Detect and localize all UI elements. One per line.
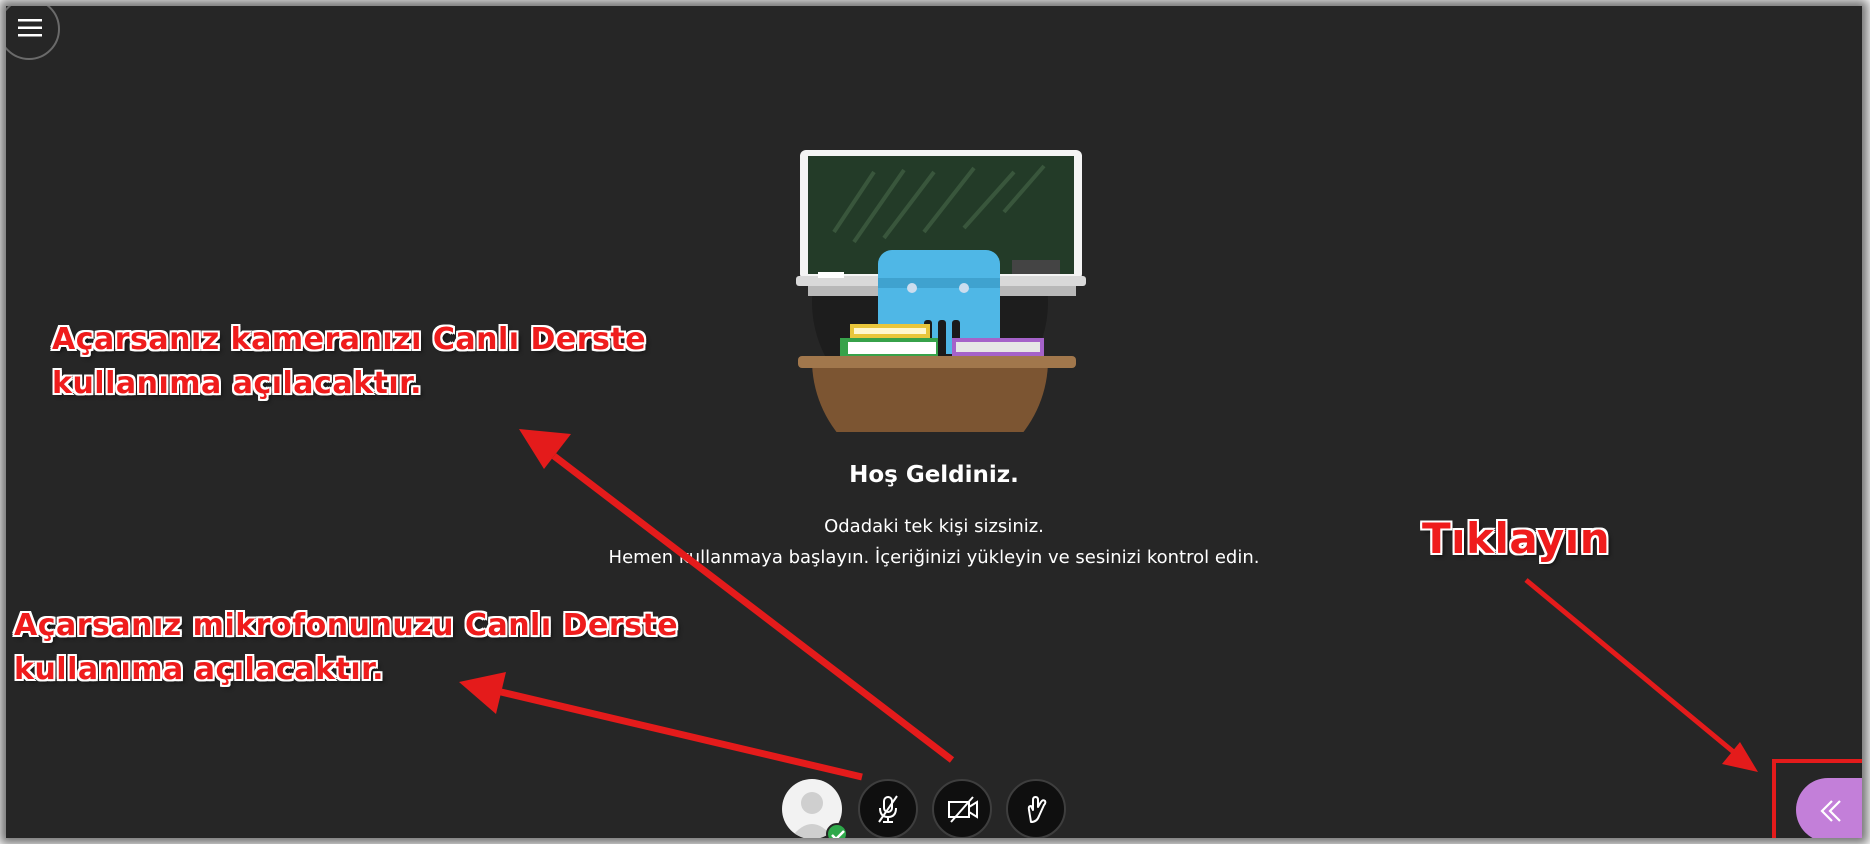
camera-annotation-line-2: kullanıma açılacaktır. <box>52 366 423 401</box>
session-stage: Hoş Geldiniz. Odadaki tek kişi sizsiniz.… <box>6 6 1862 838</box>
microphone-off-icon <box>878 795 898 823</box>
status-badge <box>826 823 848 838</box>
click-annotation: Tıklayın <box>1422 514 1611 563</box>
camera-annotation-line-1: Açarsanız kameranızı Canlı Derste <box>52 322 647 357</box>
menu-button[interactable] <box>6 6 60 60</box>
microphone-annotation: Açarsanız mikrofonunuzu Canlı Derste kul… <box>14 604 678 692</box>
microphone-toggle-button[interactable] <box>858 779 918 838</box>
welcome-title: Hoş Geldiniz. <box>849 462 1019 488</box>
open-collaborate-panel-button[interactable] <box>1796 778 1862 838</box>
my-status-button[interactable] <box>782 779 848 838</box>
double-chevron-left-icon <box>1820 800 1841 822</box>
raise-hand-button[interactable] <box>1006 779 1066 838</box>
camera-annotation: Açarsanız kameranızı Canlı Derste kullan… <box>52 318 646 406</box>
camera-off-icon <box>948 796 978 823</box>
session-controls <box>782 779 1072 838</box>
hamburger-menu-icon <box>18 19 42 37</box>
microphone-annotation-line-1: Açarsanız mikrofonunuzu Canlı Derste <box>14 608 679 643</box>
raise-hand-icon <box>1027 796 1047 823</box>
microphone-annotation-line-2: kullanıma açılacaktır. <box>14 652 385 687</box>
classroom-illustration <box>796 150 1086 432</box>
checkmark-icon <box>831 830 845 838</box>
camera-toggle-button[interactable] <box>932 779 992 838</box>
